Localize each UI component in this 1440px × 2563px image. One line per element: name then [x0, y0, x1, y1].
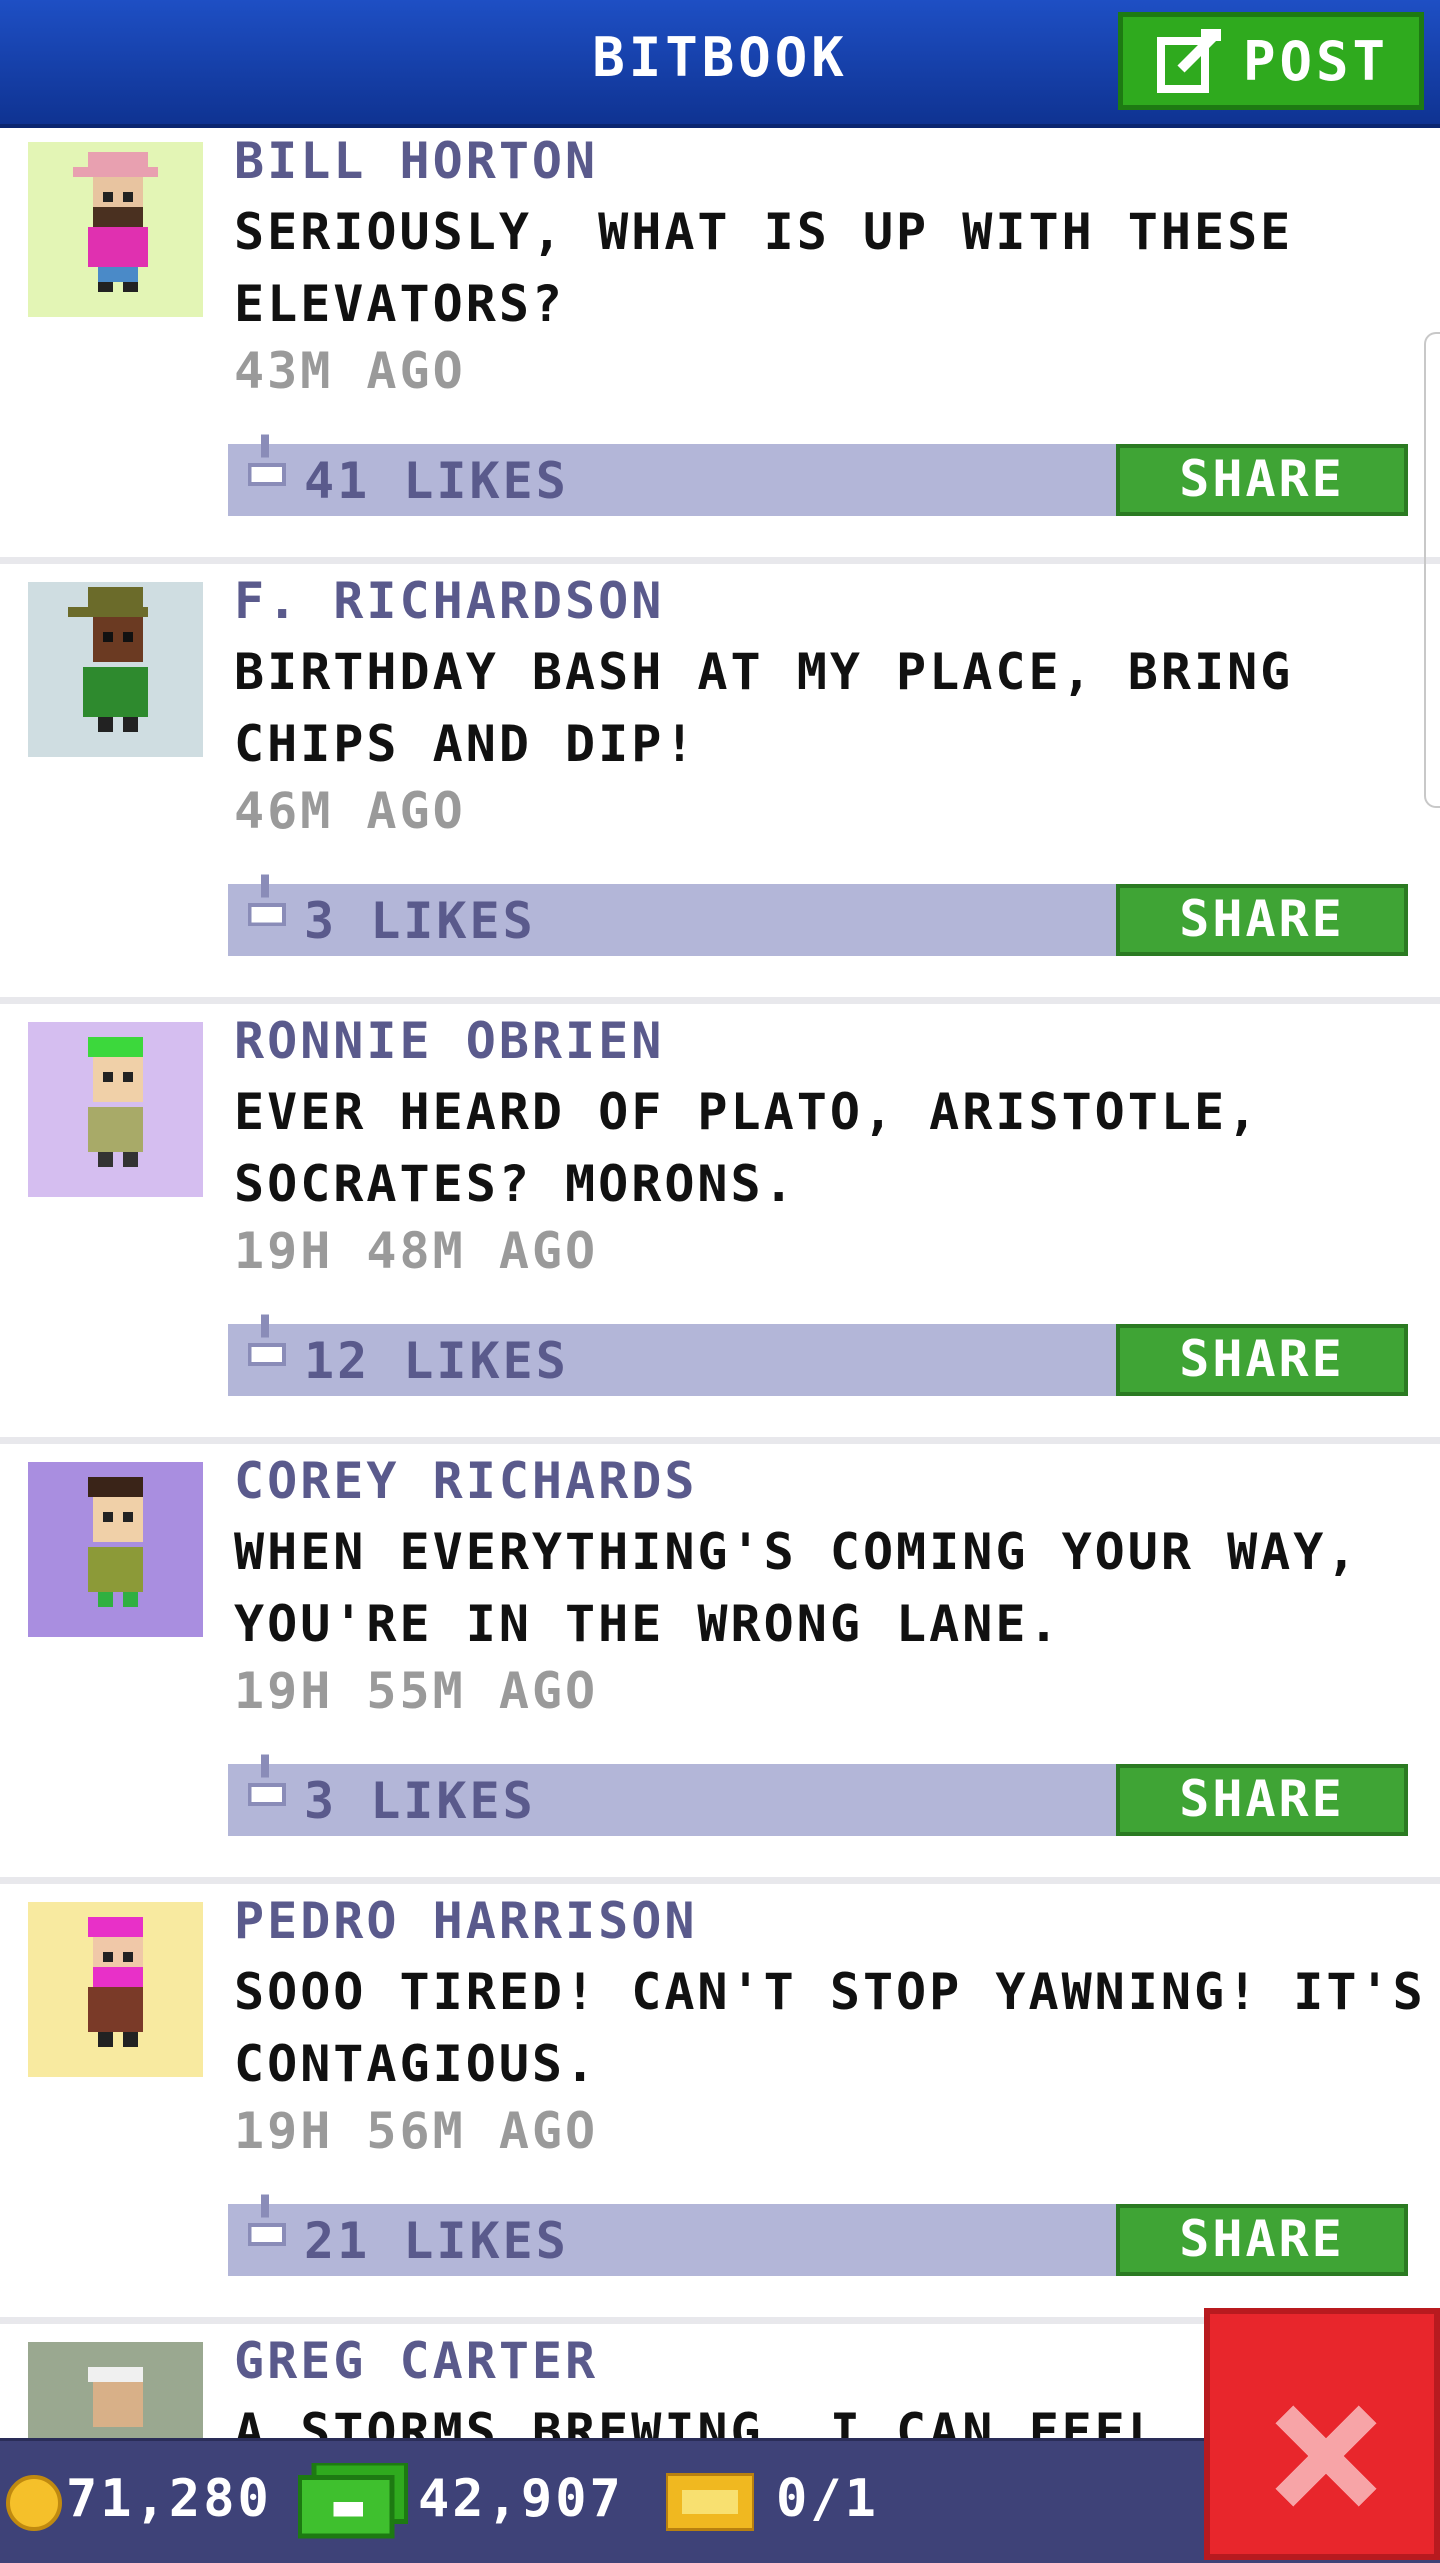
feed-post: COREY RICHARDS WHEN EVERYTHING'S COMING …	[0, 1444, 1440, 1884]
ticket-icon	[666, 2473, 754, 2531]
avatar[interactable]	[28, 142, 203, 317]
post-button[interactable]: POST	[1118, 12, 1424, 110]
thumbs-up-icon	[247, 434, 287, 487]
coin-icon	[6, 2475, 62, 2531]
likes-count: 21 LIKES	[304, 2212, 569, 2270]
likes-count: 3 LIKES	[304, 1772, 536, 1830]
post-time: 19H 55M AGO	[234, 1662, 599, 1720]
feed-post: RONNIE OBRIEN EVER HEARD OF PLATO, ARIST…	[0, 1004, 1440, 1444]
avatar[interactable]	[28, 1902, 203, 2077]
top-bar: BITBOOK POST	[0, 0, 1440, 128]
post-message: EVER HEARD OF PLATO, ARISTOTLE, SOCRATES…	[234, 1083, 1261, 1213]
tickets-count: 0/1	[776, 2469, 879, 2529]
share-button[interactable]: SHARE	[1116, 2204, 1408, 2276]
likes-count: 3 LIKES	[304, 892, 536, 950]
close-icon	[1275, 2405, 1377, 2507]
avatar[interactable]	[28, 1022, 203, 1197]
thumbs-up-icon	[247, 1754, 287, 1807]
like-bar[interactable]: 41 LIKES SHARE	[228, 434, 1408, 516]
thumbs-up-icon	[247, 2194, 287, 2247]
like-bar[interactable]: 12 LIKES SHARE	[228, 1314, 1408, 1396]
post-time: 46M AGO	[234, 782, 466, 840]
thumbs-up-icon	[247, 874, 287, 927]
poster-name[interactable]: RONNIE OBRIEN	[234, 1012, 664, 1070]
post-time: 43M AGO	[234, 342, 466, 400]
feed-post: F. RICHARDSON BIRTHDAY BASH AT MY PLACE,…	[0, 564, 1440, 1004]
bux-count: 42,907	[418, 2469, 624, 2529]
like-bar[interactable]: 3 LIKES SHARE	[228, 1754, 1408, 1836]
compose-icon	[1157, 29, 1221, 93]
poster-name[interactable]: PEDRO HARRISON	[234, 1892, 697, 1950]
post-label: POST	[1243, 29, 1390, 93]
post-message: WHEN EVERYTHING'S COMING YOUR WAY, YOU'R…	[234, 1523, 1360, 1653]
post-message: SOOO TIRED! CAN'T STOP YAWNING! IT'S CON…	[234, 1963, 1426, 2093]
poster-name[interactable]: F. RICHARDSON	[234, 572, 664, 630]
feed-post: PEDRO HARRISON SOOO TIRED! CAN'T STOP YA…	[0, 1884, 1440, 2324]
avatar[interactable]	[28, 1462, 203, 1637]
likes-count: 41 LIKES	[304, 452, 569, 510]
post-time: 19H 48M AGO	[234, 1222, 599, 1280]
coins-count: 71,280	[66, 2469, 272, 2529]
avatar[interactable]	[28, 582, 203, 757]
like-bar[interactable]: 21 LIKES SHARE	[228, 2194, 1408, 2276]
close-button[interactable]	[1204, 2308, 1440, 2560]
feed-post: BILL HORTON SERIOUSLY, WHAT IS UP WITH T…	[0, 124, 1440, 564]
poster-name[interactable]: BILL HORTON	[234, 132, 598, 190]
share-button[interactable]: SHARE	[1116, 1324, 1408, 1396]
share-button[interactable]: SHARE	[1116, 884, 1408, 956]
share-button[interactable]: SHARE	[1116, 1764, 1408, 1836]
post-message: SERIOUSLY, WHAT IS UP WITH THESE ELEVATO…	[234, 203, 1294, 333]
scroll-indicator	[1424, 332, 1440, 808]
share-button[interactable]: SHARE	[1116, 444, 1408, 516]
like-bar[interactable]: 3 LIKES SHARE	[228, 874, 1408, 956]
poster-name[interactable]: GREG CARTER	[234, 2332, 598, 2390]
feed: BILL HORTON SERIOUSLY, WHAT IS UP WITH T…	[0, 124, 1440, 2524]
bux-icon	[298, 2463, 408, 2539]
likes-count: 12 LIKES	[304, 1332, 569, 1390]
post-time: 19H 56M AGO	[234, 2102, 599, 2160]
thumbs-up-icon	[247, 1314, 287, 1367]
post-message: BIRTHDAY BASH AT MY PLACE, BRING CHIPS A…	[234, 643, 1294, 773]
poster-name[interactable]: COREY RICHARDS	[234, 1452, 697, 1510]
